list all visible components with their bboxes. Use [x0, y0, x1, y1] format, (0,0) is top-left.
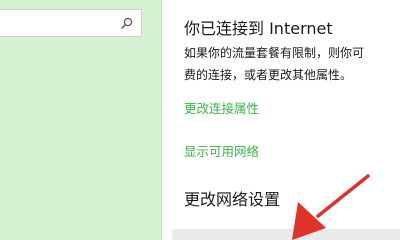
search-icon[interactable]: [121, 17, 133, 29]
search-box[interactable]: [0, 9, 142, 37]
show-available-networks-link[interactable]: 显示可用网络: [184, 141, 259, 160]
change-network-settings-heading: 更改网络设置: [184, 190, 281, 209]
main-content: 你已连接到 Internet 如果你的流量套餐有限制，则你可 费的连接，或者更改…: [184, 0, 400, 240]
connection-status-title: 你已连接到 Internet: [184, 19, 333, 38]
sidebar-divider: [161, 0, 162, 240]
change-connection-properties-link[interactable]: 更改连接属性: [184, 98, 259, 117]
sidebar: [0, 0, 161, 240]
description-line-1: 如果你的流量套餐有限制，则你可: [184, 46, 365, 60]
description-line-2: 费的连接，或者更改其他属性。: [184, 68, 353, 82]
search-input[interactable]: [0, 10, 129, 36]
network-settings-item[interactable]: [172, 229, 400, 240]
